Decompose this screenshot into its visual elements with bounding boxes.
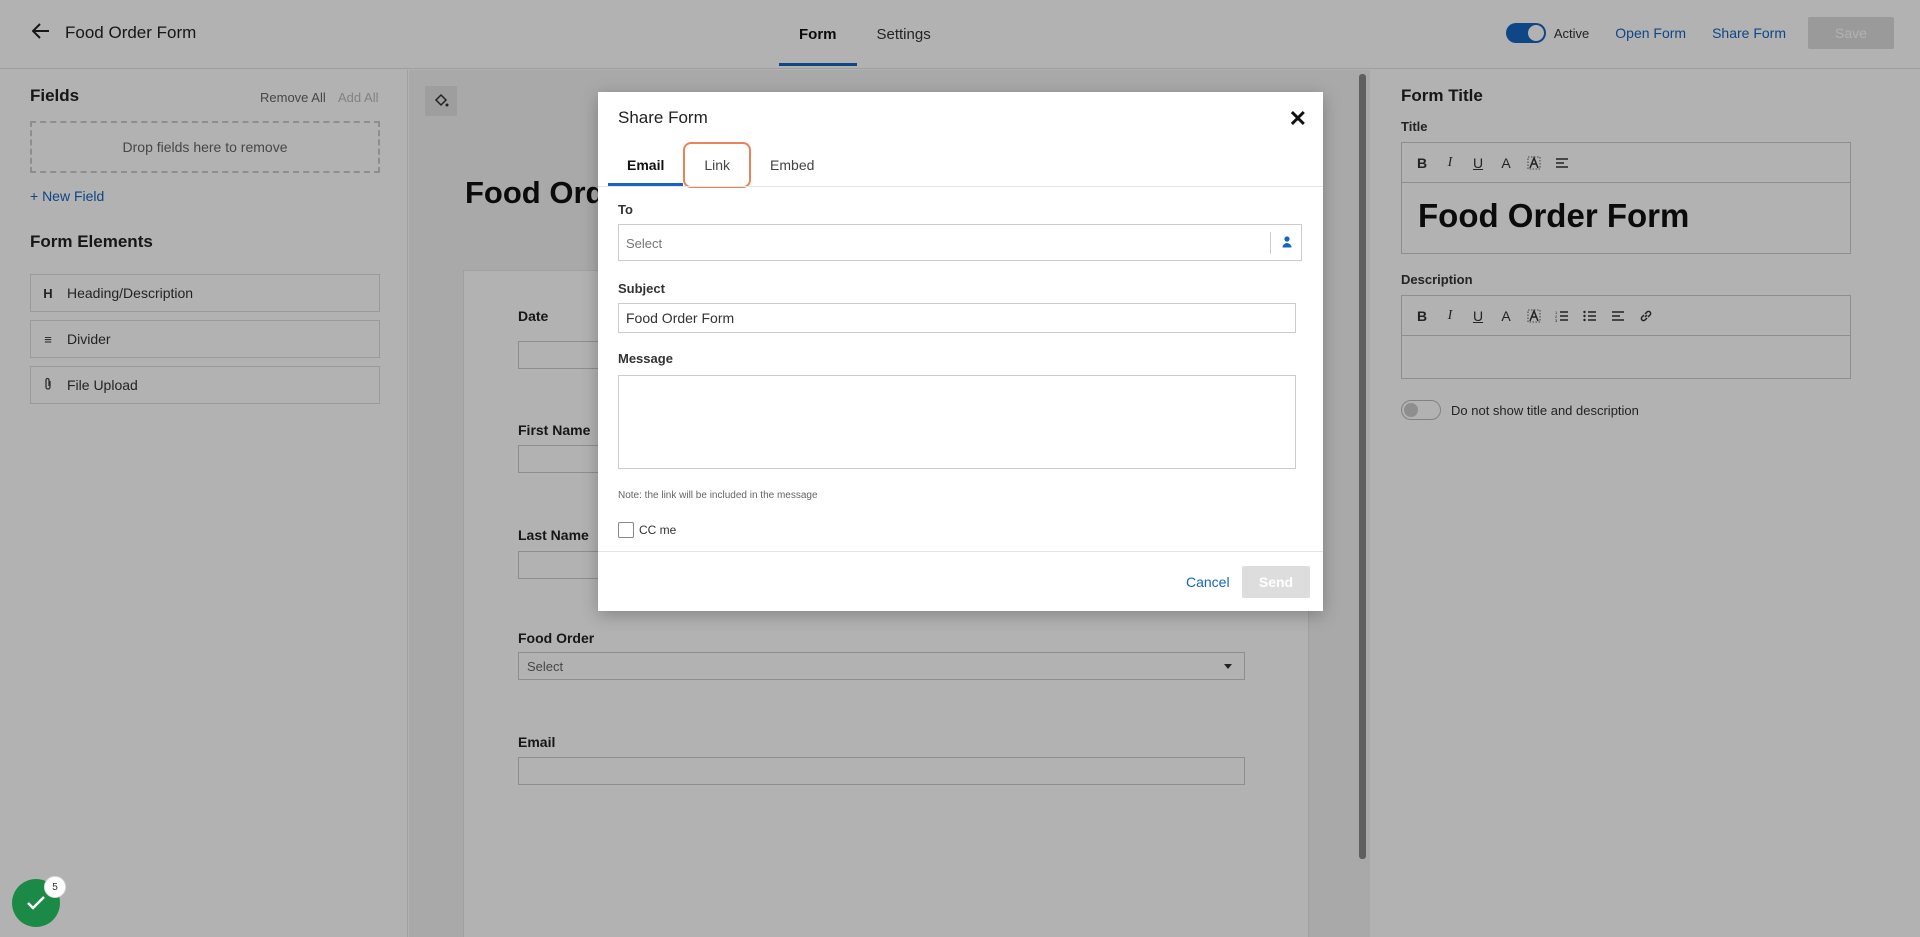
- close-icon[interactable]: ✕: [1289, 106, 1307, 132]
- cc-checkbox[interactable]: [618, 522, 634, 538]
- field-separator: [1270, 232, 1271, 254]
- tab-email[interactable]: Email: [608, 144, 684, 186]
- cancel-button[interactable]: Cancel: [1186, 574, 1230, 590]
- to-select[interactable]: Select: [618, 224, 1302, 261]
- modal-title: Share Form: [618, 108, 708, 127]
- subject-label: Subject: [618, 281, 665, 296]
- subject-input[interactable]: [618, 303, 1296, 333]
- to-placeholder: Select: [626, 236, 663, 251]
- share-form-modal: Share Form ✕ Email Link Embed To Select …: [598, 92, 1323, 611]
- tab-embed[interactable]: Embed: [751, 144, 833, 186]
- message-textarea[interactable]: [618, 375, 1296, 469]
- modal-tabs: Email Link Embed: [608, 142, 833, 188]
- to-label: To: [618, 202, 633, 217]
- send-button[interactable]: Send: [1242, 566, 1310, 598]
- person-icon[interactable]: [1282, 235, 1292, 251]
- checklist-count-badge: 5: [44, 876, 66, 898]
- link-note: Note: the link will be included in the m…: [618, 490, 818, 501]
- cc-row: CC me: [618, 522, 676, 538]
- tab-link[interactable]: Link: [683, 142, 752, 188]
- tabs-divider: [598, 186, 1323, 187]
- message-label: Message: [618, 351, 673, 366]
- cc-label: CC me: [639, 523, 677, 537]
- footer-divider: [598, 551, 1323, 552]
